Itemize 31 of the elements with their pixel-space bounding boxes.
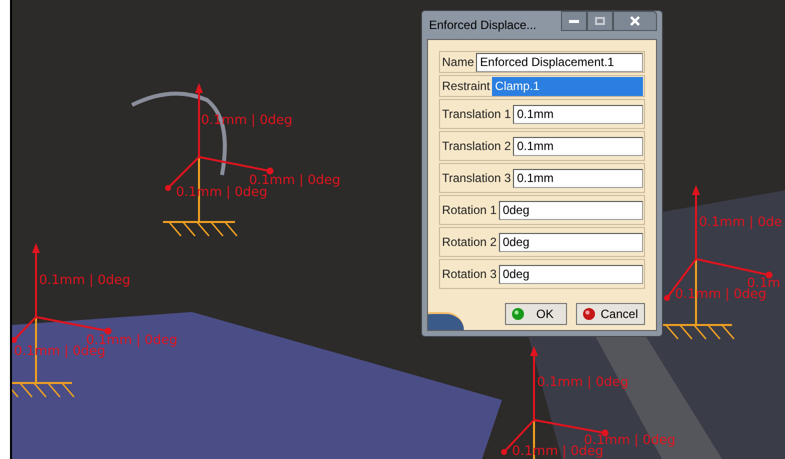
close-button[interactable] — [613, 11, 657, 31]
maximize-button[interactable] — [587, 11, 613, 31]
field-label: Rotation 2 — [441, 234, 497, 251]
field-label: Translation 3 — [441, 170, 511, 187]
field-label: Rotation 1 — [441, 202, 497, 219]
field-label: Rotation 3 — [441, 266, 497, 283]
value-label: 0.1mm | 0deg — [39, 273, 130, 288]
field-label: Translation 2 — [441, 138, 511, 155]
input-field[interactable]: 0.1mm — [512, 136, 643, 156]
input-field[interactable]: 0.1mm — [512, 104, 643, 124]
input-field[interactable]: 0deg — [498, 200, 643, 220]
minimize-button[interactable] — [561, 11, 587, 31]
maximize-icon — [595, 17, 605, 25]
ok-ball-icon — [512, 308, 524, 320]
input-field[interactable]: Enforced Displacement.1 — [476, 52, 643, 72]
input-field[interactable]: 0deg — [498, 264, 643, 284]
dialog-button[interactable]: OK — [505, 303, 567, 325]
value-label: 0.1mm | 0deg — [249, 173, 340, 188]
close-icon — [630, 16, 640, 26]
input-field[interactable]: Clamp.1 — [492, 76, 643, 96]
input-field[interactable]: 0deg — [498, 232, 643, 252]
minimize-icon — [569, 20, 579, 22]
field-label: Restraint — [441, 78, 490, 95]
value-label: 0.1mm | 0deg — [537, 375, 628, 390]
value-label: 0.1mm | 0de — [699, 215, 782, 230]
dialog-button[interactable]: Cancel — [576, 303, 645, 325]
field-label: Translation 1 — [441, 106, 511, 123]
window-title: Enforced Displace... — [428, 17, 536, 34]
input-field[interactable]: 0.1mm — [512, 168, 643, 188]
cancel-ball-icon — [582, 308, 595, 320]
field-label: Name — [441, 54, 474, 71]
